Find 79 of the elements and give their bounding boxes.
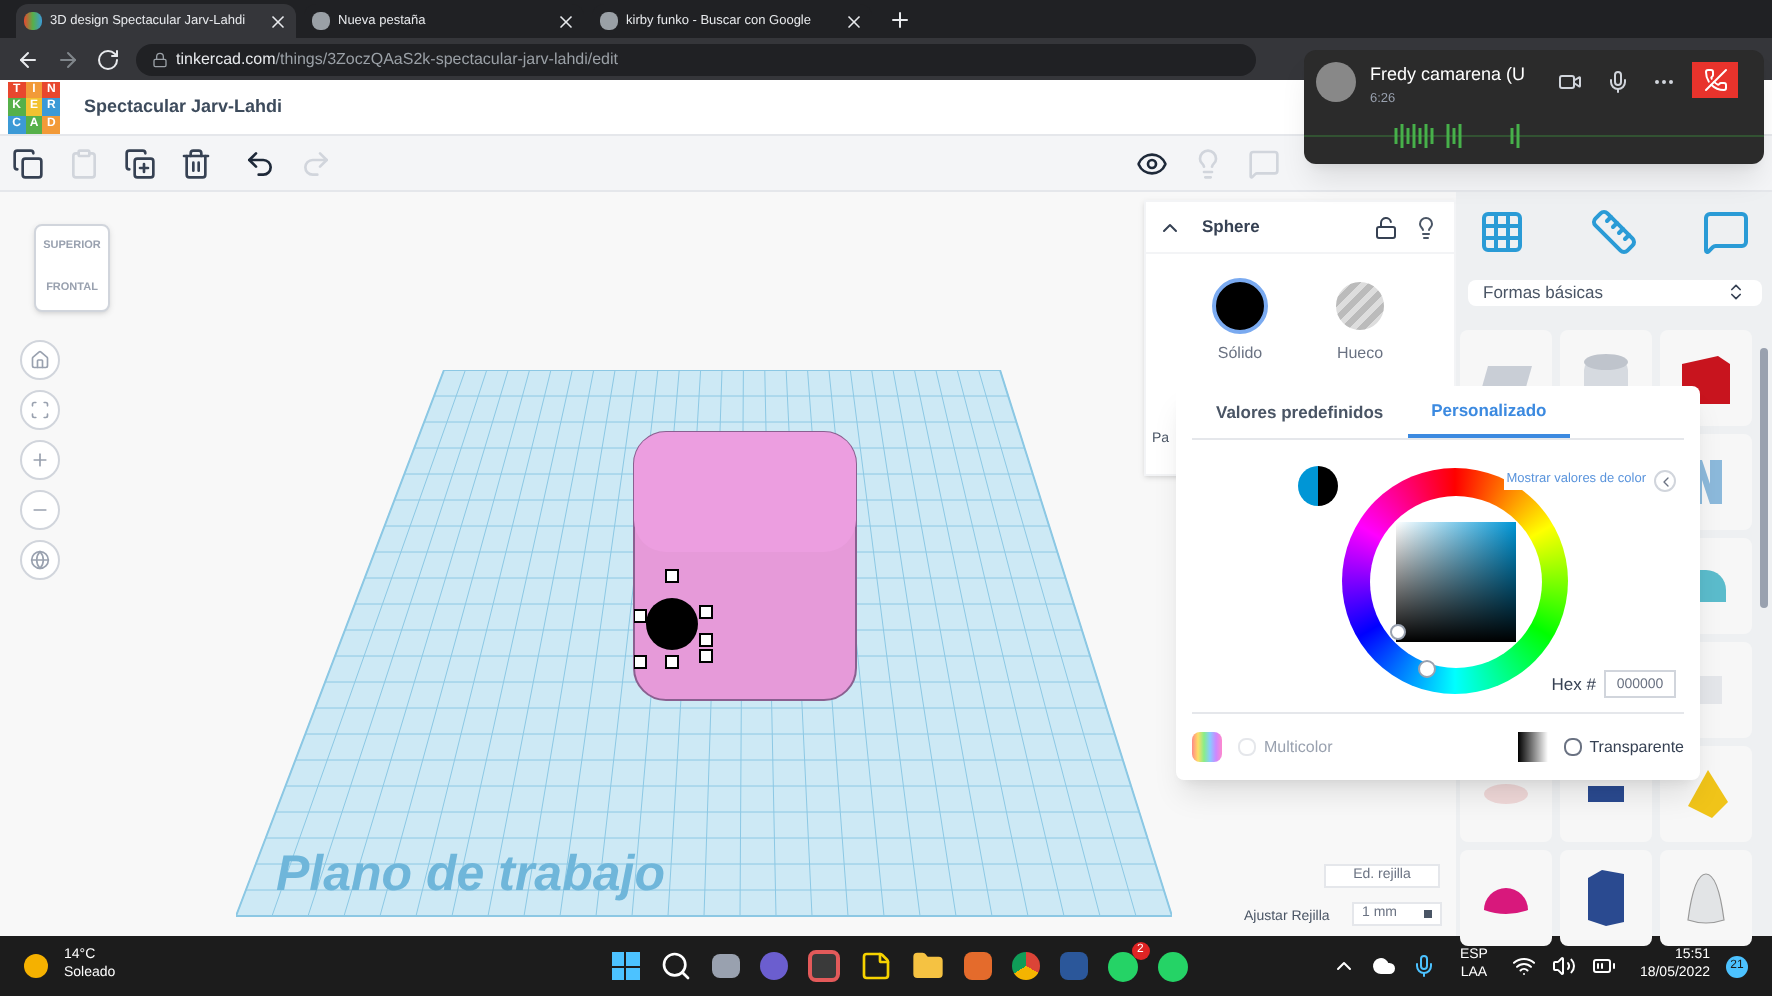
new-tab-icon[interactable]	[888, 7, 912, 31]
color-tab[interactable]: Valores predefinidos	[1192, 386, 1408, 438]
lock-icon	[152, 51, 168, 67]
url-text: tinkercad.com/things/3ZoczQAaS2k-spectacular-jarv-lahdi/edit	[176, 47, 618, 71]
ruler-icon[interactable]	[1590, 208, 1638, 256]
reload-icon[interactable]	[96, 47, 120, 71]
close-icon[interactable]	[844, 11, 864, 31]
windows-start-icon[interactable]	[611, 952, 640, 980]
search-icon[interactable]	[659, 950, 692, 982]
checkbox[interactable]	[1563, 738, 1582, 756]
messaging-app-icon[interactable]	[1157, 951, 1188, 981]
copy-icon[interactable]	[12, 147, 44, 179]
lightbulb-icon[interactable]	[1414, 215, 1438, 239]
hang-up-icon	[1703, 68, 1727, 92]
browser-icon[interactable]	[1011, 952, 1040, 980]
prism-shape-icon	[1588, 785, 1624, 802]
messaging-app-icon[interactable]	[1107, 951, 1138, 981]
microphone-icon[interactable]	[1411, 954, 1436, 978]
delete-icon[interactable]	[180, 147, 212, 179]
video-icon[interactable]	[1558, 70, 1582, 94]
shape-tile[interactable]	[1660, 849, 1752, 946]
favicon-icon	[312, 12, 330, 30]
close-icon[interactable]	[268, 11, 288, 31]
transparent-label: Transparente	[1589, 735, 1684, 759]
shape-tile[interactable]	[1560, 849, 1652, 946]
shape-name: Sphere	[1202, 214, 1262, 240]
sticky-note-icon[interactable]	[859, 950, 892, 982]
cloud-icon[interactable]	[1371, 954, 1396, 978]
app-icon[interactable]	[963, 952, 992, 980]
multicolor-label: Multicolor	[1264, 735, 1333, 759]
view-icon[interactable]	[1136, 147, 1168, 179]
document-app-icon[interactable]	[1059, 952, 1088, 980]
selected-sphere-drawing[interactable]	[634, 568, 714, 672]
color-tab[interactable]: Personalizado	[1407, 386, 1571, 438]
swatch-label: Hueco	[1336, 342, 1384, 366]
workplane-icon[interactable]	[1478, 208, 1526, 256]
avatar-icon	[1316, 62, 1356, 102]
favicon-icon	[600, 12, 618, 30]
microphone-icon[interactable]	[1606, 70, 1630, 94]
gradient-swatch-icon	[1517, 732, 1548, 762]
dropdown-arrows-icon	[1725, 282, 1745, 303]
rounded-box-shape[interactable]	[632, 430, 858, 702]
forward-icon[interactable]	[56, 47, 80, 71]
category-dropdown[interactable]: Formas básicas	[1467, 280, 1761, 306]
rainbow-icon	[1192, 732, 1222, 762]
current-color-swatch	[1298, 466, 1338, 506]
back-icon[interactable]	[16, 47, 40, 71]
duplicate-icon[interactable]	[124, 147, 156, 179]
unlock-icon[interactable]	[1374, 215, 1398, 239]
task-view-icon[interactable]	[711, 954, 740, 978]
home-button[interactable]	[20, 340, 60, 380]
hang-up-button[interactable]	[1692, 62, 1738, 98]
fit-view-icon	[30, 400, 50, 420]
battery-icon[interactable]	[1591, 954, 1616, 978]
caller-name: Fredy camarena (U	[1370, 62, 1526, 88]
perspective-button[interactable]	[20, 540, 60, 580]
design-title: Spectacular Jarv-Lahdi	[84, 93, 283, 120]
hex-label: Hex #	[1551, 671, 1596, 697]
sun-icon	[24, 954, 48, 978]
zoom-in-icon	[30, 450, 50, 470]
solid-swatch[interactable]	[1212, 278, 1268, 334]
saturation-square[interactable]	[1395, 521, 1515, 641]
swatch-label: Sólido	[1217, 342, 1263, 366]
address-bar[interactable]: tinkercad.com/things/3ZoczQAaS2k-spectacular-jarv-lahdi/edit	[136, 43, 1256, 75]
chat-icon[interactable]	[759, 952, 788, 980]
volume-icon[interactable]	[1551, 954, 1576, 978]
workplane-label: Plano de trabajo	[276, 844, 665, 906]
folder-icon[interactable]	[911, 950, 944, 982]
home-icon	[30, 350, 50, 370]
favicon-icon	[24, 12, 42, 30]
snipping-tool-icon[interactable]	[807, 950, 840, 982]
close-icon[interactable]	[556, 11, 576, 31]
paraboloid-shape-icon	[1682, 869, 1730, 926]
perspective-icon	[30, 550, 50, 570]
shape-tile[interactable]	[1460, 849, 1552, 946]
note-icon[interactable]	[1702, 208, 1750, 256]
undo-icon[interactable]	[244, 147, 276, 179]
hexagonal-prism-shape-icon	[1582, 865, 1630, 930]
scrollbar[interactable]	[1760, 348, 1768, 608]
